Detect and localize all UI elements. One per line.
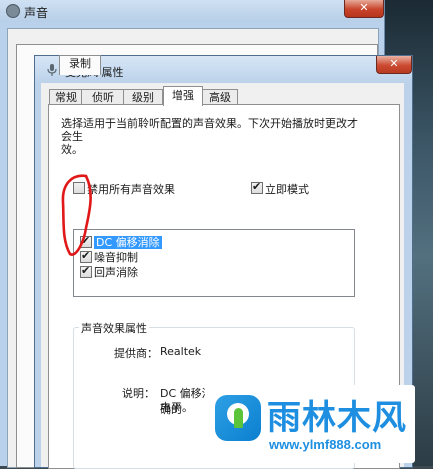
sound-window-titlebar[interactable]: 声音 bbox=[0, 0, 384, 22]
dialog-close-button[interactable]: ✕ bbox=[376, 56, 412, 74]
enhancements-description: 选择适用于当前聆听配置的声音效果。下次开始播放时更改才会生 效。 bbox=[61, 117, 361, 156]
effect-noise-suppression-label[interactable]: 噪音抑制 bbox=[94, 249, 138, 265]
sound-window-title: 声音 bbox=[24, 6, 49, 20]
provider-label: 提供商： bbox=[114, 347, 158, 360]
microphone-icon bbox=[47, 64, 57, 76]
effect-echo-cancellation-label[interactable]: 回声消除 bbox=[94, 264, 138, 280]
watermark-text: 雨林木风 bbox=[267, 398, 407, 438]
tab-levels[interactable]: 级别 bbox=[123, 89, 163, 105]
disable-all-effects-checkbox[interactable] bbox=[73, 182, 85, 194]
speaker-icon bbox=[6, 4, 20, 18]
effect-noise-suppression-checkbox[interactable] bbox=[80, 249, 92, 263]
effect-dc-offset-text: DC 偏移消除 bbox=[94, 236, 162, 249]
effects-list[interactable]: DC 偏移消除 噪音抑制 回声消除 bbox=[73, 229, 355, 297]
tab-listen[interactable]: 侦听 bbox=[81, 89, 125, 105]
immediate-mode-label[interactable]: 立即模式 bbox=[265, 181, 309, 197]
tab-enhancements[interactable]: 增强 bbox=[163, 86, 203, 106]
provider-value: Realtek bbox=[160, 345, 202, 358]
watermark-logo-icon bbox=[215, 395, 261, 441]
watermark: 雨林木风 www.ylmf888.com bbox=[205, 385, 415, 463]
effect-dc-offset-label[interactable]: DC 偏移消除 bbox=[94, 234, 162, 250]
description-line-2: 效。 bbox=[61, 143, 83, 156]
effect-description-label: 说明： bbox=[122, 387, 155, 400]
watermark-url: www.ylmf888.com bbox=[269, 437, 382, 452]
effect-echo-cancellation-checkbox[interactable] bbox=[80, 264, 92, 278]
tab-advanced[interactable]: 高级 bbox=[202, 89, 238, 105]
effect-description-line-2: 电平。 bbox=[160, 401, 193, 414]
effect-dc-offset-checkbox[interactable] bbox=[80, 234, 92, 248]
immediate-mode-checkbox[interactable] bbox=[251, 180, 263, 194]
effect-properties-title: 声音效果属性 bbox=[79, 320, 149, 336]
tab-recording[interactable]: 录制 bbox=[59, 55, 101, 75]
sound-window-close-button[interactable]: ✕ bbox=[344, 0, 384, 18]
tab-general[interactable]: 常规 bbox=[49, 89, 83, 105]
description-line-1: 选择适用于当前聆听配置的声音效果。下次开始播放时更改才会生 bbox=[61, 117, 358, 143]
disable-all-effects-label[interactable]: 禁用所有声音效果 bbox=[87, 181, 175, 197]
